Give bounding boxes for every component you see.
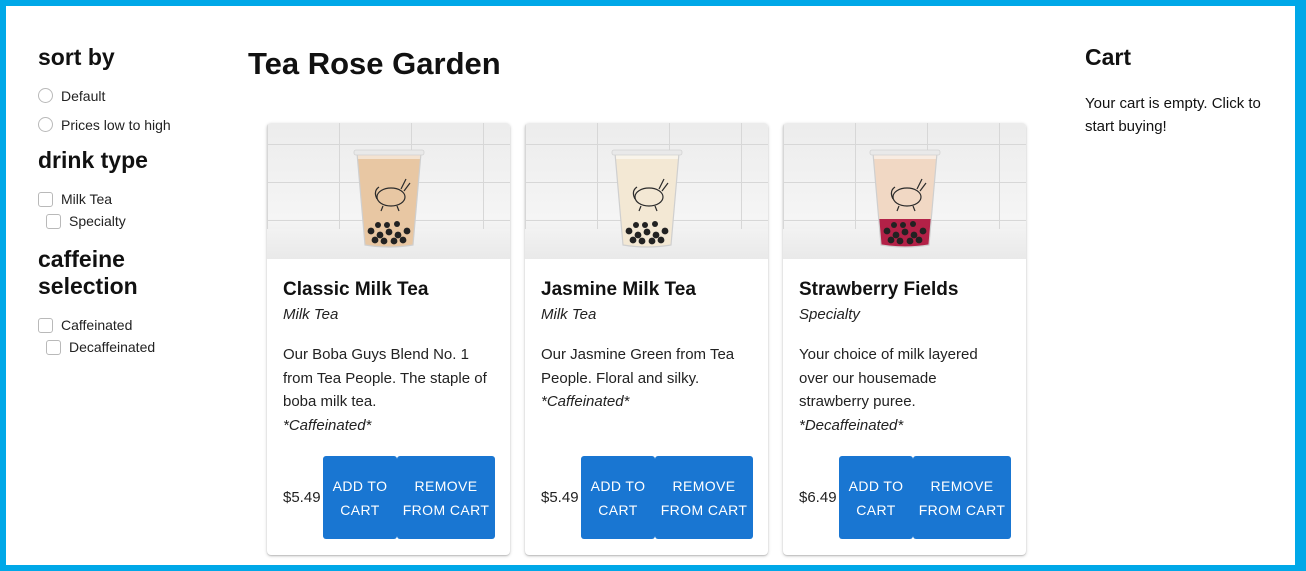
filter-caffeinated[interactable]: Caffeinated bbox=[38, 314, 218, 336]
radio-default[interactable] bbox=[38, 88, 53, 103]
remove-from-cart-button[interactable]: REMOVE FROM CART bbox=[913, 456, 1011, 539]
product-type: Specialty bbox=[799, 306, 860, 323]
product-price: $5.49 bbox=[541, 489, 579, 506]
remove-from-cart-button[interactable]: REMOVE FROM CART bbox=[655, 456, 753, 539]
add-to-cart-button[interactable]: ADD TO CART bbox=[839, 456, 913, 539]
checkbox-specialty[interactable] bbox=[46, 213, 61, 229]
filter-decaffeinated[interactable]: Decaffeinated bbox=[38, 336, 218, 358]
filter-label: Specialty bbox=[69, 213, 126, 229]
product-caffeine: *Caffeinated* bbox=[283, 416, 372, 434]
product-actions: $5.49 ADD TO CART REMOVE FROM CART bbox=[541, 456, 753, 539]
drink-type-options: Milk Tea Specialty bbox=[38, 188, 218, 232]
cart-panel: Cart Your cart is empty. Click to start … bbox=[1085, 44, 1275, 138]
product-name: Jasmine Milk Tea bbox=[541, 279, 696, 300]
product-description: Our Jasmine Green from Tea People. Flora… bbox=[541, 343, 752, 443]
product-price: $5.49 bbox=[283, 489, 321, 506]
product-caffeine: *Caffeinated* bbox=[541, 393, 630, 410]
product-grid: Classic Milk Tea Milk Tea Our Boba Guys … bbox=[267, 123, 1026, 555]
checkbox-milk-tea[interactable] bbox=[38, 191, 53, 207]
add-to-cart-button[interactable]: ADD TO CART bbox=[323, 456, 397, 539]
product-actions: $5.49 ADD TO CART REMOVE FROM CART bbox=[283, 456, 495, 539]
filter-label: Decaffeinated bbox=[69, 339, 156, 355]
checkbox-decaffeinated[interactable] bbox=[46, 339, 61, 355]
drink-type-heading: drink type bbox=[38, 147, 148, 173]
app-frame: sort by Default Prices low to high drink… bbox=[6, 6, 1295, 565]
sort-options: Default Prices low to high bbox=[38, 81, 218, 139]
cart-empty-message: Your cart is empty. Click to start buyin… bbox=[1085, 95, 1261, 135]
sort-heading: sort by bbox=[38, 44, 115, 70]
product-description: Our Boba Guys Blend No. 1 from Tea Peopl… bbox=[283, 343, 494, 443]
product-actions: $6.49 ADD TO CART REMOVE FROM CART bbox=[799, 456, 1011, 539]
filter-sidebar: sort by Default Prices low to high drink… bbox=[38, 44, 218, 372]
product-type: Milk Tea bbox=[283, 306, 339, 323]
cart-title: Cart bbox=[1085, 44, 1132, 70]
filter-specialty[interactable]: Specialty bbox=[38, 210, 218, 232]
boba-cup-icon bbox=[611, 149, 682, 248]
product-description-text: Your choice of milk layered over our hou… bbox=[799, 346, 978, 410]
product-description-text: Our Boba Guys Blend No. 1 from Tea Peopl… bbox=[283, 346, 487, 410]
product-card: Classic Milk Tea Milk Tea Our Boba Guys … bbox=[267, 123, 510, 555]
add-to-cart-button[interactable]: ADD TO CART bbox=[581, 456, 655, 539]
product-name: Strawberry Fields bbox=[799, 279, 959, 300]
caffeine-heading: caffeine selection bbox=[38, 246, 138, 299]
sort-option-price-low-high[interactable]: Prices low to high bbox=[38, 110, 218, 139]
product-description-text: Our Jasmine Green from Tea People. Flora… bbox=[541, 346, 735, 387]
product-image bbox=[267, 123, 510, 259]
product-card: Jasmine Milk Tea Milk Tea Our Jasmine Gr… bbox=[525, 123, 768, 555]
product-caffeine: *Decaffeinated* bbox=[799, 416, 904, 434]
sort-option-label: Prices low to high bbox=[61, 116, 171, 133]
checkbox-caffeinated[interactable] bbox=[38, 317, 53, 333]
boba-cup-icon bbox=[353, 149, 424, 248]
radio-price-low-high[interactable] bbox=[38, 117, 53, 132]
remove-from-cart-button[interactable]: REMOVE FROM CART bbox=[397, 456, 495, 539]
product-image bbox=[525, 123, 768, 259]
caffeine-options: Caffeinated Decaffeinated bbox=[38, 314, 218, 358]
product-image bbox=[783, 123, 1026, 259]
boba-cup-icon bbox=[869, 149, 940, 248]
product-type: Milk Tea bbox=[541, 306, 597, 323]
sort-option-label: Default bbox=[61, 87, 106, 104]
product-card: Strawberry Fields Specialty Your choice … bbox=[783, 123, 1026, 555]
product-price: $6.49 bbox=[799, 489, 837, 506]
sort-option-default[interactable]: Default bbox=[38, 81, 218, 110]
filter-milk-tea[interactable]: Milk Tea bbox=[38, 188, 218, 210]
filter-label: Milk Tea bbox=[61, 191, 113, 207]
filter-label: Caffeinated bbox=[61, 317, 133, 333]
product-name: Classic Milk Tea bbox=[283, 279, 429, 300]
page-title: Tea Rose Garden bbox=[248, 46, 501, 81]
product-description: Your choice of milk layered over our hou… bbox=[799, 343, 1010, 443]
